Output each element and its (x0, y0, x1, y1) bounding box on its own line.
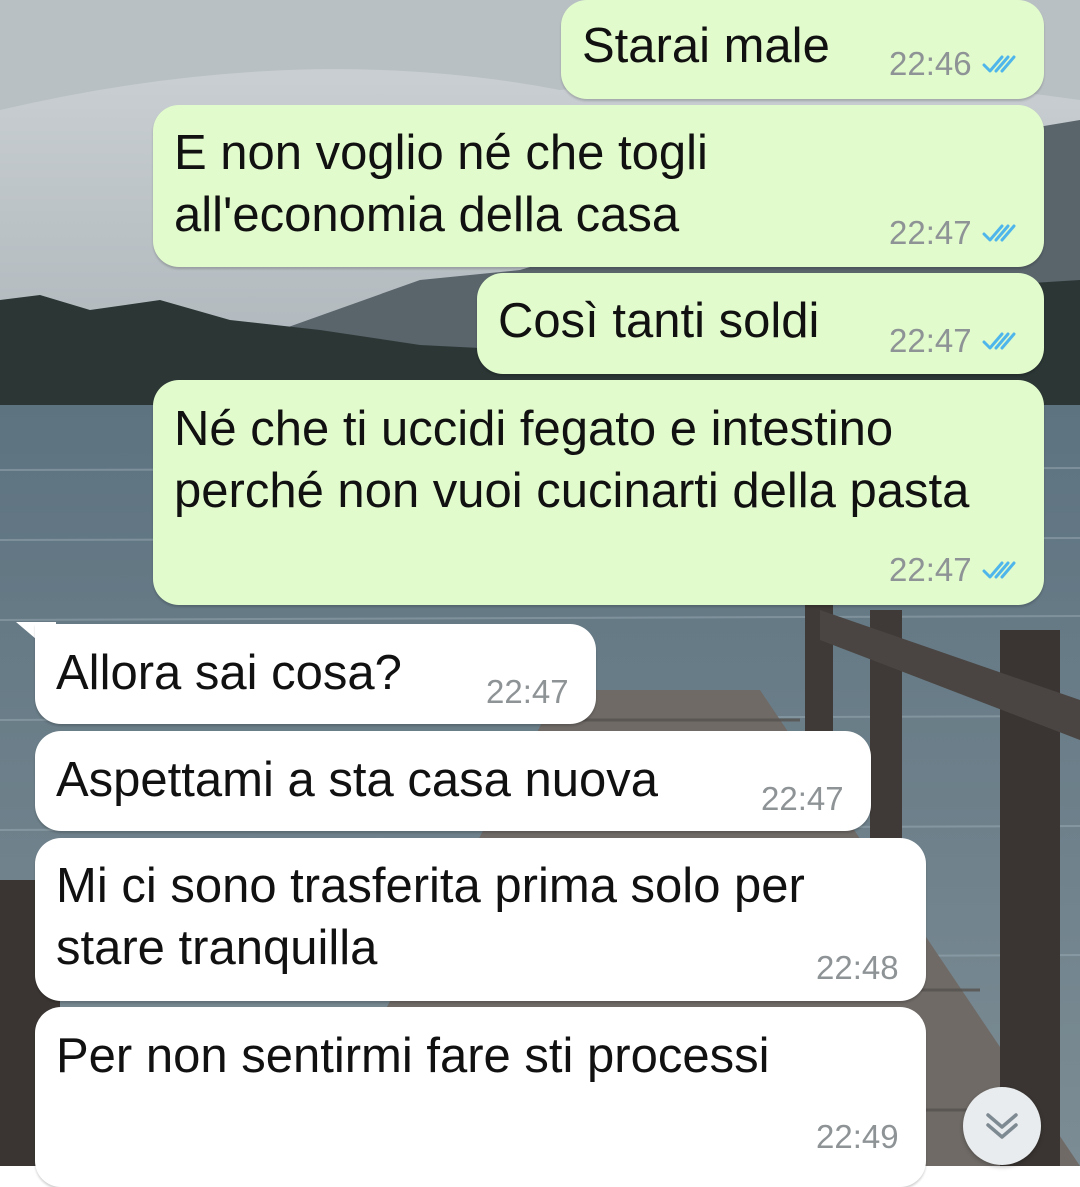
message-time: 22:47 (889, 322, 972, 359)
message-meta: 22:49 (816, 1117, 899, 1157)
incoming-message[interactable]: Mi ci sono trasferita prima solo per sta… (35, 838, 926, 1001)
message-text: Starai male (582, 19, 830, 73)
outgoing-message[interactable]: Né che ti uccidi fegato e intestino perc… (153, 380, 1044, 605)
message-meta: 22:47 (889, 321, 1020, 361)
message-time: 22:47 (486, 673, 569, 710)
message-meta: 22:47 (761, 779, 844, 819)
message-text: Allora sai cosa? (56, 646, 402, 700)
double-check-icon (982, 224, 1016, 242)
message-time: 22:48 (816, 949, 899, 986)
message-meta: 22:46 (889, 44, 1020, 84)
incoming-message[interactable]: Aspettami a sta casa nuova 22:47 (35, 731, 871, 831)
message-time: 22:47 (889, 214, 972, 251)
double-check-icon (982, 332, 1016, 350)
double-chevron-down-icon (986, 1113, 1018, 1139)
scroll-to-bottom-button[interactable] (963, 1087, 1041, 1165)
message-time: 22:47 (889, 551, 972, 588)
incoming-message[interactable]: Allora sai cosa? 22:47 (35, 624, 596, 724)
outgoing-message[interactable]: E non voglio né che togli all'economia d… (153, 105, 1044, 267)
message-time: 22:49 (816, 1118, 899, 1155)
message-time: 22:46 (889, 45, 972, 82)
message-time: 22:47 (761, 780, 844, 817)
message-meta: 22:47 (486, 672, 569, 712)
message-meta: 22:47 (889, 213, 1020, 253)
message-text: Né che ti uccidi fegato e intestino perc… (174, 402, 970, 518)
message-text: Aspettami a sta casa nuova (56, 753, 658, 807)
double-check-icon (982, 55, 1016, 73)
outgoing-message[interactable]: Starai male 22:46 (561, 0, 1044, 99)
double-check-icon (982, 561, 1016, 579)
message-text: Mi ci sono trasferita prima solo per sta… (56, 859, 805, 975)
message-meta: 22:48 (816, 948, 899, 988)
message-text: E non voglio né che togli all'economia d… (174, 126, 708, 242)
message-text: Per non sentirmi fare sti processi (56, 1029, 770, 1083)
incoming-message[interactable]: Per non sentirmi fare sti processi 22:49 (35, 1007, 926, 1187)
outgoing-message[interactable]: Così tanti soldi 22:47 (477, 273, 1044, 374)
message-text: Così tanti soldi (498, 294, 820, 348)
message-meta: 22:47 (889, 550, 1020, 590)
